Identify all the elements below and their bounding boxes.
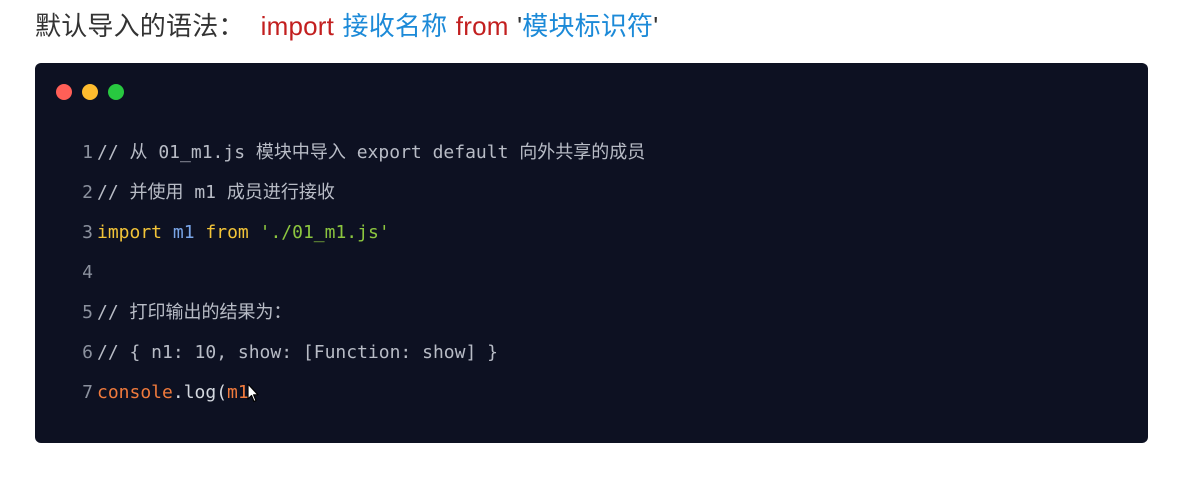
code-lines: 1// 从 01_m1.js 模块中导入 export default 向外共享… xyxy=(71,133,645,413)
close-dot-icon xyxy=(56,84,72,100)
log-argument: m1 xyxy=(227,382,249,403)
window-controls xyxy=(56,84,124,100)
code-line: 5// 打印输出的结果为： xyxy=(71,293,645,333)
mouse-pointer-icon xyxy=(247,383,259,403)
code-block: 1// 从 01_m1.js 模块中导入 export default 向外共享… xyxy=(35,63,1148,443)
heading-from-keyword: from xyxy=(455,11,509,41)
code-comment: // 并使用 m1 成员进行接收 xyxy=(97,182,335,203)
line-number: 1 xyxy=(82,142,93,163)
code-comment: // { n1: 10, show: [Function: show] } xyxy=(97,342,498,363)
syntax-heading: 默认导入的语法： import 接收名称 from '模块标识符' xyxy=(35,6,658,46)
heading-quote-close: ' xyxy=(653,11,659,41)
code-line: 6// { n1: 10, show: [Function: show] } xyxy=(71,333,645,373)
line-number: 3 xyxy=(82,222,93,243)
code-line: 2// 并使用 m1 成员进行接收 xyxy=(71,173,645,213)
identifier: m1 xyxy=(172,222,195,243)
code-line: 3 import m1 from './01_m1.js' xyxy=(71,213,645,253)
heading-receiver-name: 接收名称 xyxy=(342,12,448,42)
log-method: .log( xyxy=(172,382,228,403)
from-keyword: from xyxy=(205,222,249,243)
code-comment: // 从 01_m1.js 模块中导入 export default 向外共享的… xyxy=(97,142,646,163)
code-line: 4 xyxy=(71,253,645,293)
line-number: 7 xyxy=(82,382,93,403)
heading-module-identifier: 模块标识符 xyxy=(522,12,654,42)
code-line: 1// 从 01_m1.js 模块中导入 export default 向外共享… xyxy=(71,133,645,173)
minimize-dot-icon xyxy=(82,84,98,100)
line-number: 5 xyxy=(82,302,93,323)
line-number: 6 xyxy=(82,342,93,363)
console-object: console xyxy=(97,382,173,403)
code-line: 7 console .log(m1 xyxy=(71,373,645,413)
line-number: 4 xyxy=(82,262,93,283)
import-keyword: import xyxy=(97,222,163,243)
heading-import-keyword: import xyxy=(260,11,335,41)
code-comment: // 打印输出的结果为： xyxy=(97,302,292,323)
syntax-heading-label: 默认导入的语法： xyxy=(35,12,245,42)
module-path-string: './01_m1.js' xyxy=(259,222,390,243)
line-number: 2 xyxy=(82,182,93,203)
maximize-dot-icon xyxy=(108,84,124,100)
